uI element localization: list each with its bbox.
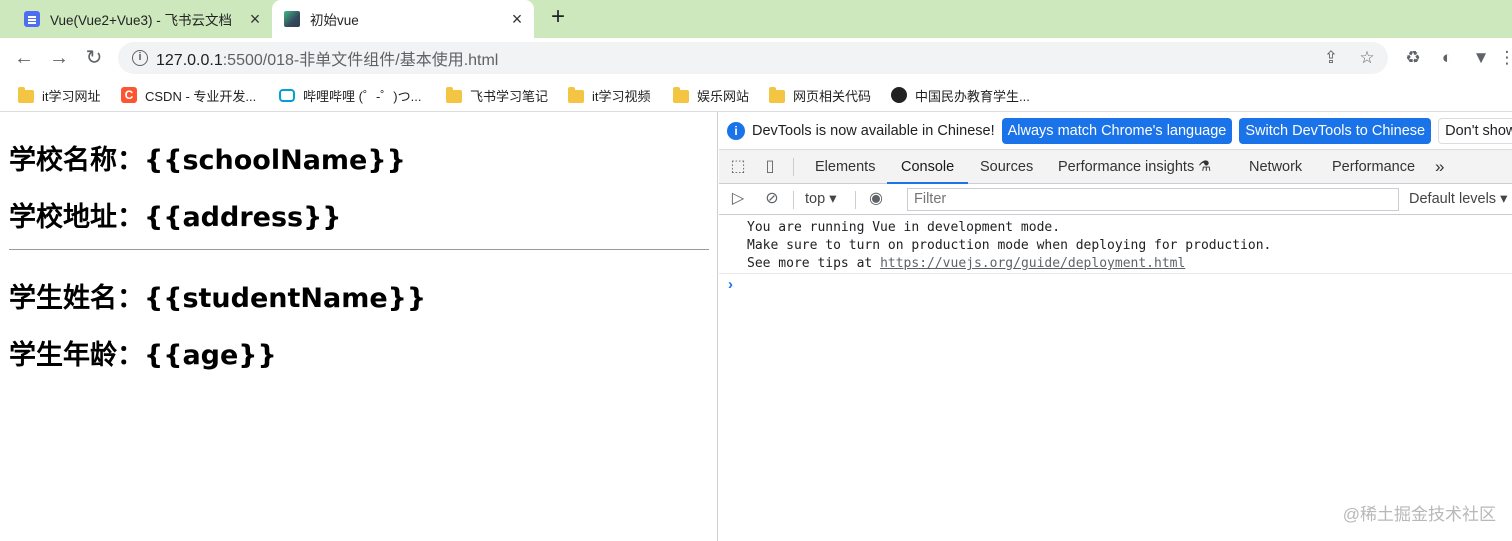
globe-icon xyxy=(891,87,907,103)
folder-icon xyxy=(769,86,785,103)
bookmark-label: 飞书学习笔记 xyxy=(470,88,549,104)
switch-to-chinese-button[interactable]: Switch DevTools to Chinese xyxy=(1239,117,1432,144)
console-toolbar: ▷ ⊘ top ▾ ◉ Filter Default levels ▾ xyxy=(719,184,1512,215)
tab-title: 初始vue xyxy=(310,13,359,28)
close-icon[interactable]: × xyxy=(504,9,530,30)
address-bar[interactable]: i 127.0.0.1:5500/018-非单文件组件/基本使用.html ⇪ … xyxy=(118,42,1388,74)
bookmark-item[interactable]: 娱乐网站 xyxy=(673,84,749,106)
bookmark-label: CSDN - 专业开发... xyxy=(145,88,257,104)
page-viewport: 学校名称：{{schoolName}} 学校地址：{{address}} 学生姓… xyxy=(0,112,718,541)
school-address-heading: 学校地址：{{address}} xyxy=(9,202,342,233)
menu-icon[interactable]: ⋮ xyxy=(1494,44,1512,72)
info-icon: i xyxy=(727,121,745,140)
tab-label: Performance insights xyxy=(1058,159,1195,175)
console-line: Make sure to turn on production mode whe… xyxy=(747,238,1272,253)
folder-icon xyxy=(673,86,689,103)
context-label: top xyxy=(805,191,826,207)
reload-icon[interactable]: ↻ xyxy=(80,44,108,72)
new-tab-button[interactable]: + xyxy=(544,4,572,32)
console-line: You are running Vue in development mode. xyxy=(747,220,1061,235)
document-icon xyxy=(24,11,40,27)
dropdown-arrow-icon: ▾ xyxy=(1500,191,1508,207)
tab-title: Vue(Vue2+Vue3) - 飞书云文档 xyxy=(50,13,232,28)
student-age-heading: 学生年龄：{{age}} xyxy=(9,340,277,371)
bookmark-label: 中国民办教育学生... xyxy=(915,88,1030,104)
recycle-icon[interactable]: ♻ xyxy=(1400,44,1426,72)
device-toolbar-icon[interactable]: ▯ xyxy=(759,156,781,178)
browser-toolbar: ← → ↻ i 127.0.0.1:5500/018-非单文件组件/基本使用.h… xyxy=(0,38,1512,78)
bookmark-item[interactable]: 中国民办教育学生... xyxy=(891,84,1030,106)
sidebar-toggle-icon[interactable]: ▷ xyxy=(727,188,749,210)
log-levels-dropdown[interactable]: Default levels ▾ xyxy=(1409,184,1507,215)
dont-show-again-button[interactable]: Don't show again xyxy=(1438,117,1512,144)
console-line: See more tips at xyxy=(747,256,881,271)
devtools-tabbar: ⬚ ▯ Elements Console Sources Performance… xyxy=(719,150,1512,184)
console-message: You are running Vue in development mode.… xyxy=(719,216,1512,274)
clear-console-icon[interactable]: ⊘ xyxy=(761,188,783,210)
vue-icon xyxy=(284,11,300,27)
more-tabs-icon[interactable]: » xyxy=(1435,150,1444,184)
url-path: :5500/018-非单文件组件/基本使用.html xyxy=(222,52,499,69)
divider xyxy=(9,249,709,250)
tab-performance-insights[interactable]: Performance insights ⚗ xyxy=(1058,150,1211,184)
url-text[interactable]: 127.0.0.1:5500/018-非单文件组件/基本使用.html xyxy=(156,46,498,70)
bookmark-label: 娱乐网站 xyxy=(697,88,750,104)
school-name-heading: 学校名称：{{schoolName}} xyxy=(9,145,406,176)
tab-network[interactable]: Network xyxy=(1249,150,1302,184)
separator xyxy=(793,191,794,209)
levels-label: Default levels xyxy=(1409,191,1497,207)
extension-icon[interactable]: ◐ xyxy=(1434,44,1460,72)
student-name-heading: 学生姓名：{{studentName}} xyxy=(9,283,427,314)
csdn-icon: C xyxy=(121,87,137,103)
folder-icon xyxy=(568,86,584,103)
bookmark-label: it学习视频 xyxy=(592,88,651,104)
forward-arrow-icon[interactable]: → xyxy=(45,44,73,72)
console-prompt-icon[interactable]: › xyxy=(728,276,733,293)
info-icon[interactable]: i xyxy=(132,50,148,66)
bookmark-item[interactable]: it学习视频 xyxy=(568,84,651,106)
bookmark-item[interactable]: 网页相关代码 xyxy=(769,84,871,106)
folder-icon xyxy=(18,86,34,103)
tab-sources[interactable]: Sources xyxy=(980,150,1033,184)
folder-icon xyxy=(446,86,462,103)
tab-feishu-doc[interactable]: Vue(Vue2+Vue3) - 飞书云文档 × xyxy=(10,0,272,38)
url-host: 127.0.0.1 xyxy=(156,52,223,69)
bookmark-label: 网页相关代码 xyxy=(793,88,872,104)
always-match-language-button[interactable]: Always match Chrome's language xyxy=(1001,117,1233,144)
eye-icon[interactable]: ◉ xyxy=(865,188,887,210)
bookmark-item[interactable]: 哔哩哔哩 (゜-゜)つ... xyxy=(279,84,421,106)
close-icon[interactable]: × xyxy=(242,9,268,30)
tab-console[interactable]: Console xyxy=(887,150,969,184)
bookmark-item[interactable]: C CSDN - 专业开发... xyxy=(121,84,256,106)
deployment-link[interactable]: https://vuejs.org/guide/deployment.html xyxy=(880,256,1185,271)
devtools-language-infobar: i DevTools is now available in Chinese! … xyxy=(719,112,1512,150)
infobar-text: DevTools is now available in Chinese! xyxy=(752,122,995,139)
star-icon[interactable]: ☆ xyxy=(1356,46,1378,70)
bilibili-icon xyxy=(279,88,295,102)
console-filter-input[interactable]: Filter xyxy=(907,188,1399,211)
separator xyxy=(793,158,794,176)
tab-elements[interactable]: Elements xyxy=(815,150,875,184)
bookmarks-bar: it学习网址 C CSDN - 专业开发... 哔哩哔哩 (゜-゜)つ... 飞书… xyxy=(0,78,1512,112)
dropdown-arrow-icon: ▾ xyxy=(829,191,837,207)
share-icon[interactable]: ⇪ xyxy=(1320,46,1342,70)
watermark: @稀土掘金技术社区 xyxy=(1342,505,1496,524)
bookmark-item[interactable]: it学习网址 xyxy=(18,84,101,106)
bookmark-item[interactable]: 飞书学习笔记 xyxy=(446,84,548,106)
inspect-element-icon[interactable]: ⬚ xyxy=(727,156,749,178)
flask-icon: ⚗ xyxy=(1198,159,1212,175)
tab-vue-page[interactable]: 初始vue × xyxy=(272,0,534,38)
devtools-panel: i DevTools is now available in Chinese! … xyxy=(719,112,1512,541)
context-selector[interactable]: top ▾ xyxy=(805,184,836,215)
separator xyxy=(855,191,856,209)
tab-performance[interactable]: Performance xyxy=(1332,150,1415,184)
vue-devtools-icon[interactable]: ▼ xyxy=(1468,44,1494,72)
bookmark-label: 哔哩哔哩 (゜-゜)つ... xyxy=(303,88,422,104)
back-arrow-icon[interactable]: ← xyxy=(10,44,38,72)
tab-strip: Vue(Vue2+Vue3) - 飞书云文档 × 初始vue × + xyxy=(0,0,1512,38)
bookmark-label: it学习网址 xyxy=(42,88,101,104)
